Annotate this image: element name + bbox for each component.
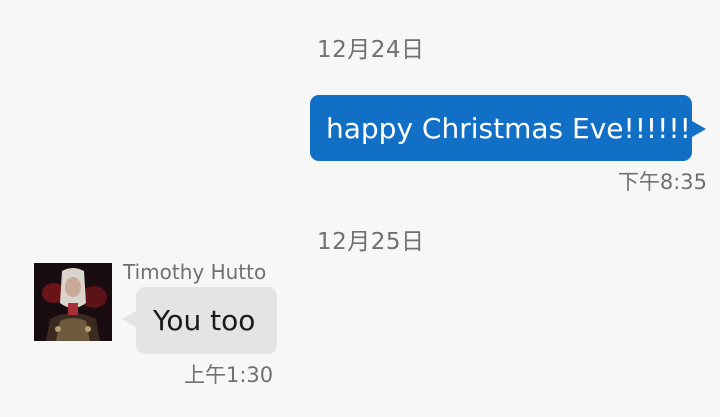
avatar-photo-icon [34, 263, 112, 341]
incoming-message-bubble[interactable]: You too [122, 287, 277, 354]
date-separator: 12月24日 [317, 37, 425, 63]
message-timestamp: 下午8:35 [617, 170, 707, 194]
avatar[interactable] [34, 263, 112, 341]
date-separator: 12月25日 [317, 229, 425, 255]
bubble-tail [692, 121, 706, 137]
chat-screen: 12月24日 happy Christmas Eve!!!!!! 下午8:35 … [0, 0, 720, 417]
bubble-tail [122, 311, 136, 327]
sender-name: Timothy Hutto [123, 260, 267, 284]
outgoing-message-bubble[interactable]: happy Christmas Eve!!!!!! [310, 95, 706, 161]
message-text: happy Christmas Eve!!!!!! [326, 111, 691, 145]
message-text: You too [153, 304, 256, 337]
message-timestamp: 上午1:30 [184, 363, 274, 387]
